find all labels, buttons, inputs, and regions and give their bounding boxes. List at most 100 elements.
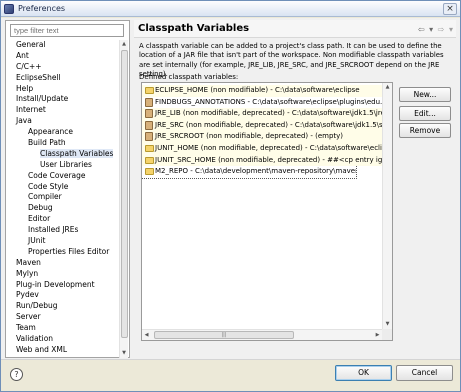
tree-item-label: Build Path [28, 138, 66, 148]
edit-button[interactable]: Edit... [399, 106, 451, 121]
footer-separator [1, 359, 460, 360]
ok-button[interactable]: OK [335, 365, 392, 381]
tree-item[interactable]: Server [8, 312, 120, 323]
tree-item[interactable]: Build Path [8, 138, 120, 149]
list-vertical-scrollbar[interactable]: ▲ ▼ [382, 83, 392, 329]
tree-item-label: Help [16, 83, 34, 93]
cancel-button[interactable]: Cancel [396, 365, 453, 381]
tree-item[interactable]: Ant [8, 51, 120, 62]
jar-icon [145, 132, 153, 142]
variable-text: JRE_SRCROOT (non modifiable, deprecated)… [155, 132, 344, 141]
tree-item[interactable]: JUnit [8, 236, 120, 247]
tree-item-label: Code Style [28, 181, 69, 191]
tree-item[interactable]: Internet [8, 105, 120, 116]
tree-item-label: Editor [28, 214, 51, 224]
variable-row[interactable]: FINDBUGS_ANNOTATIONS - C:\data\software\… [142, 97, 382, 109]
tree-item[interactable]: Maven [8, 258, 120, 269]
tree-item-label: Code Coverage [28, 170, 86, 180]
new-button[interactable]: New... [399, 87, 451, 102]
variable-text: JUNIT_HOME (non modifiable, deprecated) … [155, 144, 382, 152]
tree-item-label: JUnit [28, 236, 46, 246]
filter-input[interactable] [10, 24, 124, 37]
variable-text: FINDBUGS_ANNOTATIONS - C:\data\software\… [155, 97, 382, 106]
variable-row[interactable]: JUNIT_SRC_HOME (non modifiable, deprecat… [142, 154, 382, 167]
tree-item-label: General [16, 40, 46, 49]
tree-item-label: User Libraries [40, 159, 92, 169]
scroll-thumb[interactable] [121, 50, 128, 338]
tree-item-label: EclipseShell [16, 72, 61, 82]
defined-variables-label: Defined classpath variables: [139, 73, 239, 81]
tree-item-label: Properties Files Editor [28, 246, 110, 256]
tree-item[interactable]: Appearance [8, 127, 120, 138]
variable-row[interactable]: JRE_SRCROOT (non modifiable, deprecated)… [142, 131, 382, 143]
eclipse-app-icon [4, 4, 14, 14]
tree-item-label: Appearance [28, 127, 74, 137]
tree-item-label: Maven [16, 257, 41, 267]
variable-text: JUNIT_SRC_HOME (non modifiable, deprecat… [155, 155, 382, 164]
jar-icon [145, 120, 153, 130]
forward-arrow-icon[interactable]: ⇨ ▾ [438, 25, 454, 34]
jar-icon [145, 97, 153, 107]
remove-button[interactable]: Remove [399, 123, 451, 138]
tree-item[interactable]: General [8, 40, 120, 51]
classpath-variable-list[interactable]: M2_REPO - C:\data\development\maven-repo… [141, 82, 393, 341]
tree-item[interactable]: Classpath Variables [8, 148, 120, 160]
preferences-navigation: General AntC/C++EclipseShellHelpInstall/U… [5, 20, 130, 358]
folder-icon [145, 145, 154, 152]
tree-item[interactable]: Properties Files Editor [8, 247, 120, 258]
tree-item[interactable]: EclipseShell [8, 73, 120, 84]
tree-item[interactable]: User Libraries [8, 160, 120, 171]
classpath-variables-page: Classpath Variables ⇦ ▾ ⇨ ▾ A classpath … [134, 20, 456, 358]
tree-item[interactable]: Compiler [8, 192, 120, 203]
list-horizontal-scrollbar[interactable]: ◀ ||| ▶ [142, 329, 382, 340]
variable-row[interactable]: JUNIT_HOME (non modifiable, deprecated) … [142, 143, 382, 155]
scroll-left-icon[interactable]: ◀ [142, 330, 151, 340]
scroll-thumb[interactable]: ||| [154, 331, 294, 339]
tree-item-label: Debug [28, 203, 53, 213]
scroll-up-icon[interactable]: ▲ [120, 40, 128, 49]
preference-tree: General Ant C/C++ EclipseShell Help Install/U… [8, 40, 120, 357]
jar-icon [145, 109, 153, 119]
tree-scrollbar[interactable]: ▲ ▼ [119, 40, 128, 358]
tree-item[interactable]: Run/Debug [8, 301, 120, 312]
variable-text: JRE_LIB (non modifiable, deprecated) - C… [155, 109, 382, 118]
tree-item[interactable]: Mylyn [8, 269, 120, 280]
tree-item-label: Installed JREs [28, 225, 79, 235]
title-bar[interactable]: Preferences × [1, 1, 460, 17]
help-icon[interactable]: ? [10, 368, 23, 381]
tree-item[interactable]: Web and XML [8, 345, 120, 356]
tree-item-label: Plug-in Development [16, 279, 95, 289]
close-button[interactable]: × [443, 3, 457, 15]
tree-item-label: Server [16, 312, 41, 322]
variable-row[interactable]: JRE_SRC (non modifiable, deprecated) - C… [142, 119, 382, 132]
folder-icon [145, 87, 154, 94]
tree-item[interactable]: Pydev [8, 290, 120, 301]
back-arrow-icon[interactable]: ⇦ ▾ [418, 25, 434, 34]
tree-item-label: Java [16, 116, 32, 126]
tree-item-label: Internet [16, 105, 46, 115]
tree-item[interactable]: Team [8, 323, 120, 334]
window-title: Preferences [18, 4, 66, 13]
tree-item[interactable]: Code Style [8, 182, 120, 193]
tree-item[interactable]: C/C++ [8, 62, 120, 73]
tree-item[interactable]: Code Coverage [8, 171, 120, 182]
scroll-down-icon[interactable]: ▼ [120, 349, 128, 358]
tree-item[interactable]: Installed JREs [8, 225, 120, 236]
tree-item[interactable]: Plug-in Development [8, 280, 120, 291]
variable-row[interactable]: ECLIPSE_HOME (non modifiable) - C:\data\… [142, 85, 382, 97]
variable-row[interactable]: JRE_LIB (non modifiable, deprecated) - C… [142, 108, 382, 120]
preferences-window: Preferences × General AntC/C++EclipseShel… [0, 0, 461, 392]
tree-item[interactable]: Java [8, 116, 120, 127]
tree-item[interactable]: Validation [8, 334, 120, 345]
folder-icon [145, 168, 154, 176]
tree-item[interactable]: Debug [8, 203, 120, 214]
tree-item[interactable]: Install/Update [8, 94, 120, 105]
tree-item[interactable]: Editor [8, 214, 120, 225]
scroll-down-icon[interactable]: ▼ [383, 320, 392, 329]
variable-row[interactable]: M2_REPO - C:\data\development\maven-repo… [142, 165, 357, 179]
history-nav: ⇦ ▾ ⇨ ▾ [418, 25, 454, 34]
scroll-right-icon[interactable]: ▶ [373, 330, 382, 340]
scroll-up-icon[interactable]: ▲ [383, 83, 392, 92]
tree-item[interactable]: Help [8, 84, 120, 95]
tree-item-label: Team [16, 323, 36, 333]
